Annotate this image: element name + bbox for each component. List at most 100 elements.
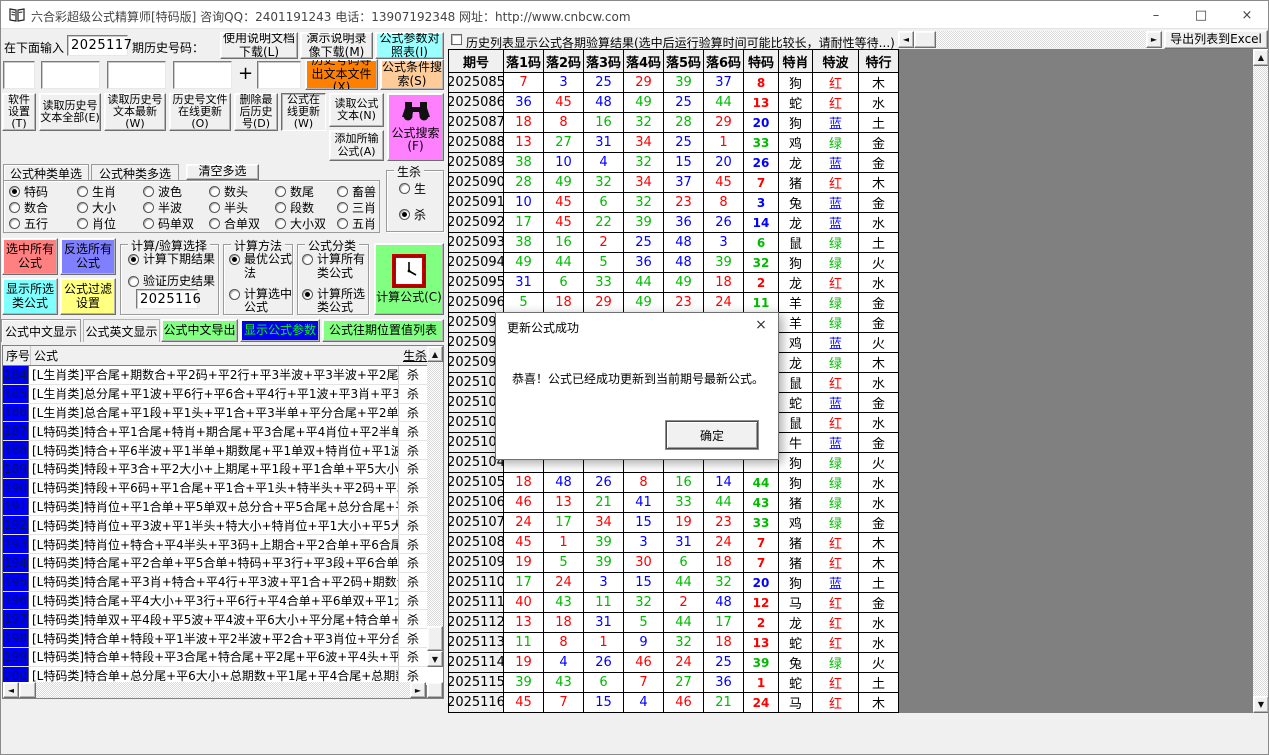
history-row[interactable]: 20251114043113224812马红金 (449, 593, 899, 613)
number-box-special[interactable] (257, 61, 301, 89)
close-button[interactable]: × (1225, 1, 1269, 29)
formula-hscroll-track[interactable] (36, 682, 410, 698)
maximize-button[interactable]: □ (1179, 1, 1223, 29)
history-row[interactable]: 2025095316334449182龙红水 (449, 273, 899, 293)
tab-formula-type-single[interactable]: 公式种类单选 (3, 164, 89, 181)
read-history-new-button[interactable]: 读取历史号文本最新(W) (104, 93, 166, 131)
minimize-button[interactable]: – (1134, 1, 1178, 29)
formula-type-option[interactable]: 数头 (209, 183, 275, 200)
show-verify-results-checkbox[interactable] (451, 34, 462, 45)
show-selected-class-button[interactable]: 显示所选类公式 (2, 278, 58, 315)
usage-doc-download-button[interactable]: 使用说明文档下载(L) (220, 32, 298, 59)
formula-row[interactable]: 198[L特码类]特合单+特段+平1半波+平2半波+平2合+平3肖位+平分合尾+… (3, 629, 427, 648)
history-row[interactable]: 20250871881632282920狗蓝土 (449, 113, 899, 133)
add-formula-button[interactable]: 添加所输公式(A) (329, 130, 384, 161)
formula-row[interactable]: 191[L特码类]特肖位+平1合单+平5单双+总分合+平5合尾+总分合尾+平4合… (3, 498, 427, 517)
calc-option[interactable]: 最优公式法 (229, 253, 292, 281)
history-vscroll-track[interactable] (1253, 66, 1269, 696)
formula-vscroll-thumb[interactable] (427, 626, 443, 651)
history-scroll-up-button[interactable]: ▲ (1253, 49, 1269, 66)
clear-multi-select-button[interactable]: 清空多选 (186, 164, 259, 180)
calc-option[interactable]: 计算选中公式 (229, 288, 292, 316)
tab-formula-chinese[interactable]: 公式中文显示 (1, 319, 81, 342)
calc-option[interactable]: 验证历史结果 (128, 275, 215, 289)
calc-option[interactable]: 计算下期结果 (128, 253, 215, 267)
history-row[interactable]: 20250902849323437457猪红木 (449, 173, 899, 193)
formula-type-option[interactable]: 特码 (9, 183, 77, 200)
formula-search-button[interactable]: 公式搜索(F) (387, 93, 444, 161)
tab-formula-type-multi[interactable]: 公式种类多选 (91, 164, 179, 181)
condition-search-button[interactable]: 公式条件搜索(S) (380, 59, 444, 90)
number-box-4[interactable] (173, 61, 232, 89)
formula-online-update-button[interactable]: 公式在线更新(W) (281, 93, 326, 131)
history-row[interactable]: 202509110456322383兔蓝金 (449, 193, 899, 213)
formula-row[interactable]: 197[L特码类]特单双+平4段+平5波+平4波+平6大小+平分尾+特合单+平4… (3, 610, 427, 629)
number-box-3[interactable] (107, 61, 166, 89)
history-online-update-button[interactable]: 历史号文件在线更新(O) (169, 93, 231, 131)
formula-row[interactable]: 186[L生肖类]总合尾+平1段+平1头+平1合+平3半单+平分合尾+平2单双+… (3, 404, 427, 423)
history-row[interactable]: 2025116457154462124马红木 (449, 693, 899, 713)
export-formula-chinese-button[interactable]: 公式中文导出 (161, 319, 238, 342)
formula-scroll-down-button[interactable]: ▼ (427, 651, 443, 667)
formula-type-option[interactable]: 肖位 (77, 215, 143, 232)
calculate-formula-button[interactable]: 计算公式(C) (374, 243, 444, 315)
formula-type-option[interactable]: 波色 (143, 183, 209, 200)
invert-selection-button[interactable]: 反选所有公式 (60, 238, 116, 275)
formula-history-positions-button[interactable]: 公式往期位置值列表 (322, 319, 444, 342)
show-formula-params-button[interactable]: 显示公式参数 (240, 319, 320, 342)
history-row[interactable]: 20250893810432152026龙蓝金 (449, 153, 899, 173)
formula-type-option[interactable]: 生肖 (77, 183, 143, 200)
history-row[interactable]: 202510919539306187猪红木 (449, 553, 899, 573)
formula-row[interactable]: 192[L特码类]特肖位+平3波+平1半头+特大小+特肖位+平1大小+平5大小+… (3, 516, 427, 535)
formula-row[interactable]: 193[L特码类]特肖位+特合+平4半头+平3码+上期合+平2合单+平6合尾+平… (3, 535, 427, 554)
software-settings-button[interactable]: 软件设置(T) (2, 93, 36, 131)
formula-row[interactable]: 194[L特码类]特合尾+平2合单+平5合单+特码+平3行+平3段+平6合单+平… (3, 554, 427, 573)
formula-vscroll-track[interactable] (427, 362, 443, 651)
formula-row[interactable]: 195[L特码类]特合尾+平3肖+特合+平4行+平3波+平1合+平2码+期数合+… (3, 573, 427, 592)
number-box-1[interactable] (3, 61, 35, 89)
history-row[interactable]: 20251101724315443220狗蓝土 (449, 573, 899, 593)
history-row[interactable]: 202508573252939378狗红木 (449, 73, 899, 93)
next-period-input[interactable]: 2025117 (67, 35, 128, 56)
formula-hscroll-thumb[interactable] (19, 682, 36, 698)
formula-type-option[interactable]: 五行 (9, 215, 77, 232)
sha-sheng-option[interactable]: 杀 (399, 206, 426, 223)
history-row[interactable]: 202509338162254836鼠绿土 (449, 233, 899, 253)
formula-row[interactable]: 189[L特码类]特段+平3合+平2大小+上期尾+平1段+平1合单+平5大小+平… (3, 460, 427, 479)
select-all-formulas-button[interactable]: 选中所有公式 (2, 238, 58, 275)
read-history-all-button[interactable]: 读取历史号文本全部(E) (39, 93, 101, 131)
formula-scroll-right-button[interactable]: ► (410, 682, 426, 698)
formula-row[interactable]: 187[L特码类]特合+平1合尾+特肖+期合尾+平3合尾+平4肖位+平2半单+特… (3, 422, 427, 441)
dialog-ok-button[interactable]: 确定 (666, 421, 758, 449)
history-row[interactable]: 202510845139331247猪红木 (449, 533, 899, 553)
history-scroll-right-button[interactable]: ► (1146, 31, 1162, 48)
formula-param-table-button[interactable]: 公式参数对照表(I) (375, 32, 444, 59)
history-row[interactable]: 20251141942646242539兔绿火 (449, 653, 899, 673)
formula-type-option[interactable]: 半波 (143, 199, 209, 216)
history-hscroll-thumb[interactable] (914, 31, 936, 48)
export-history-txt-button[interactable]: 历史号码导出文本文件(X) (305, 59, 378, 90)
number-box-2[interactable] (41, 61, 100, 89)
history-row[interactable]: 20250965182949232411羊绿金 (449, 293, 899, 313)
formula-type-option[interactable]: 段数 (275, 199, 337, 216)
history-row[interactable]: 202510724173415192333鸡绿金 (449, 513, 899, 533)
history-row[interactable]: 202510646132141334443猪绿水 (449, 493, 899, 513)
formula-type-option[interactable]: 半头 (209, 199, 275, 216)
history-row[interactable]: 202509217452239362614龙蓝水 (449, 213, 899, 233)
history-row[interactable]: 202508636454849254413蛇红水 (449, 93, 899, 113)
formula-type-option[interactable]: 畜兽 (337, 183, 375, 200)
formula-type-option[interactable]: 数合 (9, 199, 77, 216)
tab-formula-english[interactable]: 公式英文显示 (83, 319, 160, 342)
formula-scroll-up-button[interactable]: ▲ (427, 346, 443, 362)
verify-period-input[interactable]: 2025116 (136, 289, 198, 309)
history-row[interactable]: 202511539436727361蛇红土 (449, 673, 899, 693)
demo-video-download-button[interactable]: 演示说明录像下载(M) (300, 32, 373, 59)
sha-sheng-option[interactable]: 生 (399, 180, 426, 197)
formula-row[interactable]: 190[L特码类]特段+平6码+平1合尾+平1合+平1头+特半头+平2码+平5半… (3, 479, 427, 498)
history-hscroll-track[interactable] (914, 31, 1146, 48)
history-row[interactable]: 202511311819321813蛇红水 (449, 633, 899, 653)
export-to-excel-button[interactable]: 导出列表到Excel (1164, 30, 1268, 49)
history-row[interactable]: 20250881327313425133鸡绿金 (449, 133, 899, 153)
formula-type-option[interactable]: 码单双 (143, 215, 209, 232)
formula-type-option[interactable]: 合单双 (209, 215, 275, 232)
